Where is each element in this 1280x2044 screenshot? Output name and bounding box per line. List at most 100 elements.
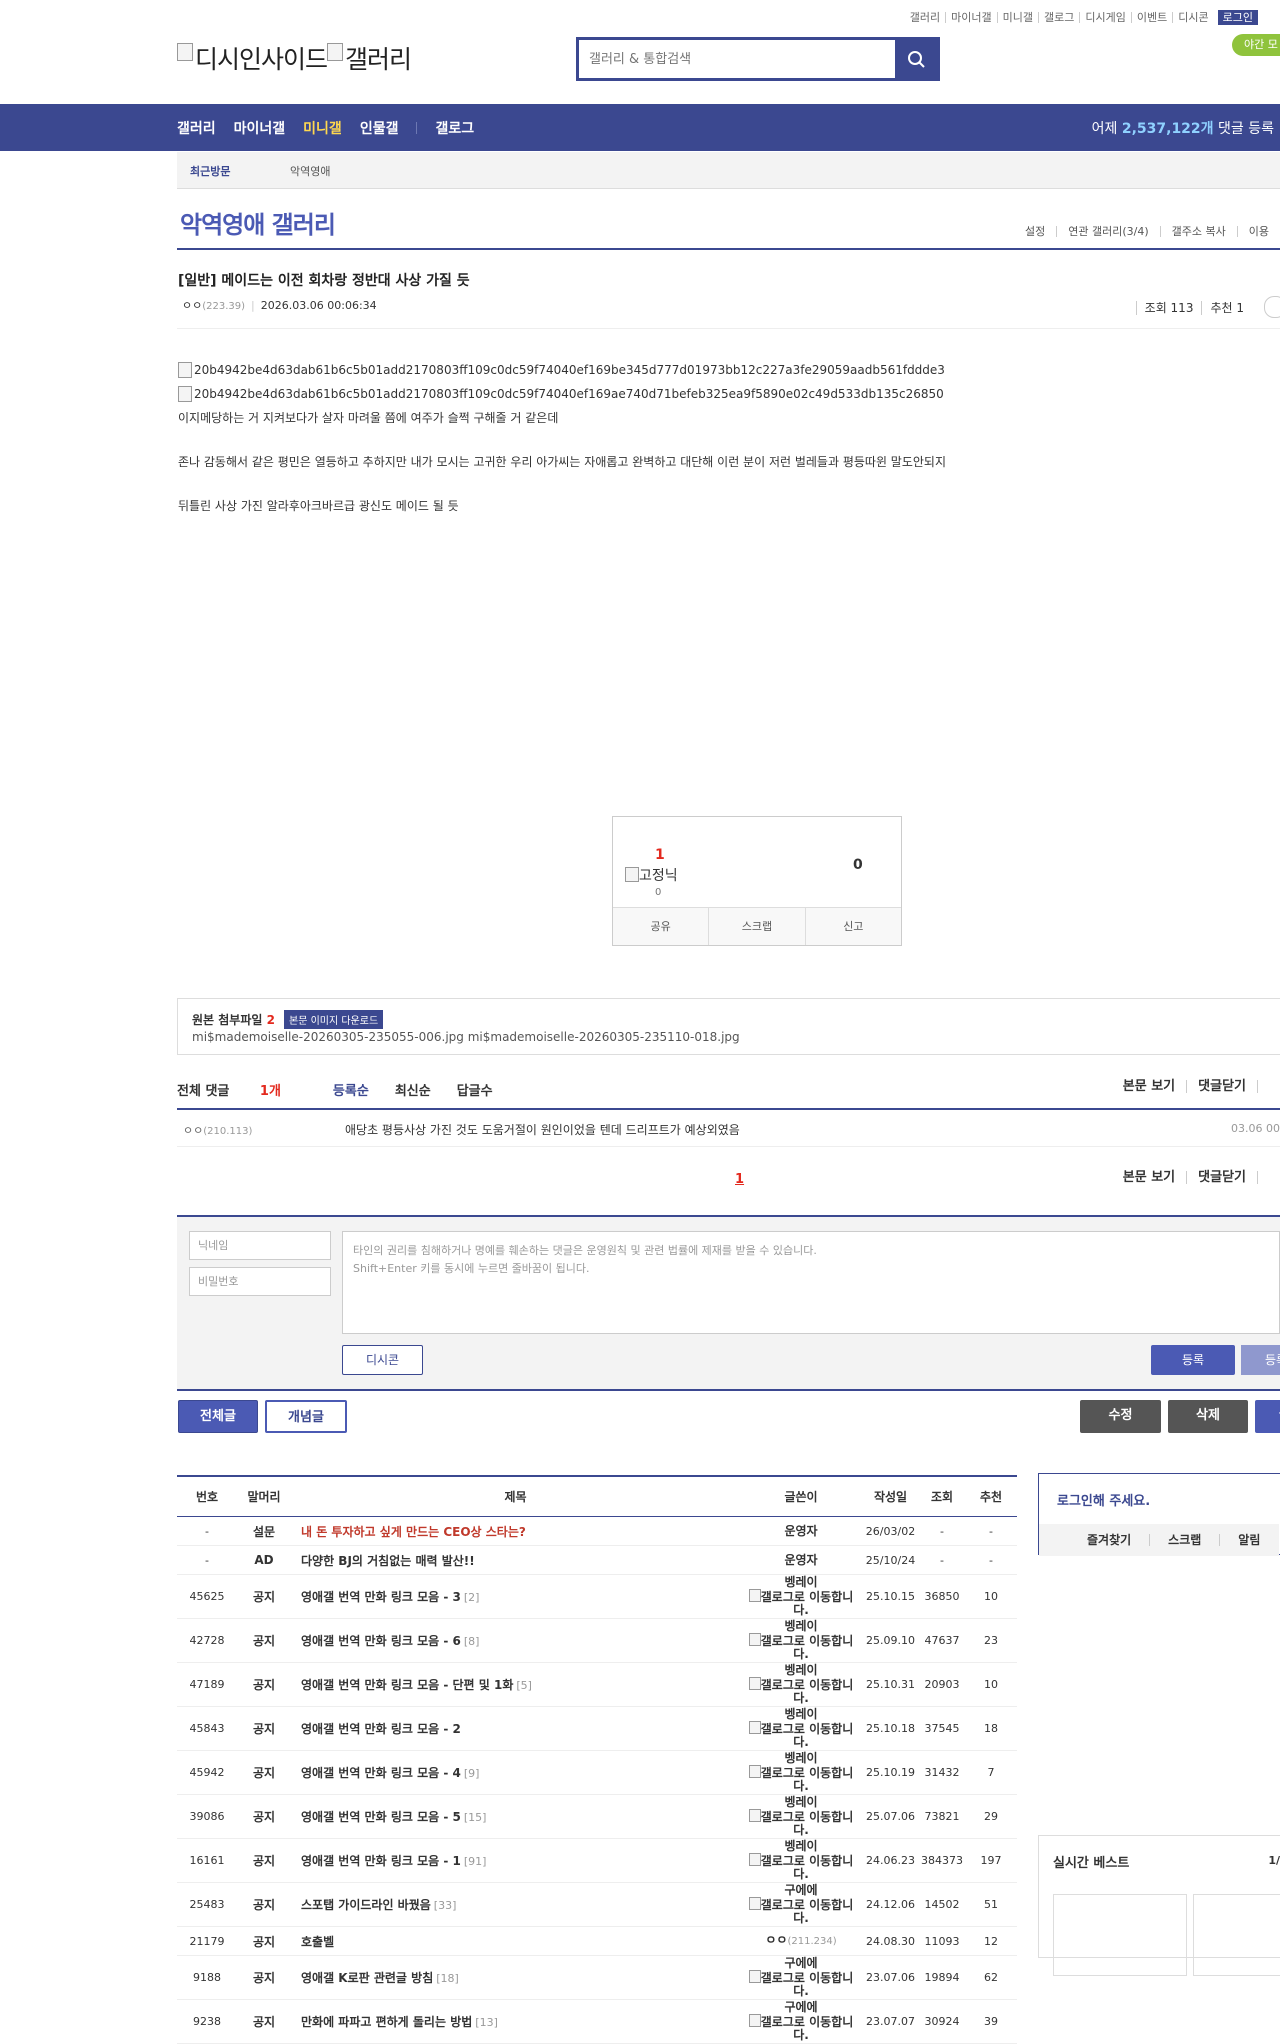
- galog-link[interactable]: 갤로그로 이동합니다.: [741, 1765, 861, 1793]
- reply-count[interactable]: [15]: [464, 1811, 487, 1824]
- post-image[interactable]: 20b4942be4d63dab61b6c5b01add2170803ff109…: [178, 384, 946, 404]
- post-title-cell[interactable]: 호출벨: [291, 1926, 740, 1956]
- comment-author[interactable]: ㅇㅇ(210.113): [183, 1122, 252, 1138]
- post-writer[interactable]: 벵레이 갤로그로 이동합니다.: [740, 1662, 862, 1707]
- best-thumbnail[interactable]: [1193, 1894, 1280, 1976]
- post-writer[interactable]: 벵레이 갤로그로 이동합니다.: [740, 1706, 862, 1751]
- post-more-button[interactable]: [1264, 296, 1280, 318]
- reply-count[interactable]: [13]: [475, 2016, 498, 2029]
- usage-link[interactable]: 이용: [1236, 226, 1280, 237]
- login-button[interactable]: 로그인: [1217, 10, 1258, 25]
- reply-count[interactable]: [8]: [464, 1635, 480, 1648]
- post-list-title[interactable]: 영애갤 번역 만화 링크 모음 - 1: [301, 1854, 461, 1868]
- post-writer[interactable]: 벵레이 갤로그로 이동합니다.: [740, 1750, 862, 1795]
- reply-count[interactable]: [5]: [516, 1679, 532, 1692]
- post-writer[interactable]: 구에에 갤로그로 이동합니다.: [740, 1882, 862, 1927]
- galog-link[interactable]: 갤로그로 이동합니다.: [741, 1677, 861, 1705]
- top-link-galog[interactable]: 갤로그: [1039, 12, 1081, 23]
- view-post-link-bottom[interactable]: 본문 보기: [1112, 1171, 1186, 1184]
- reply-count[interactable]: [18]: [436, 1972, 459, 1985]
- notification-link[interactable]: 알림: [1219, 1534, 1278, 1546]
- post-list-title[interactable]: 영애갤 번역 만화 링크 모음 - 3: [301, 1590, 461, 1604]
- post-writer[interactable]: ㅇㅇ(211.234): [740, 1926, 862, 1956]
- galog-link[interactable]: 갤로그로 이동합니다.: [741, 1809, 861, 1837]
- post-list-title[interactable]: 스포탭 가이드라인 바꿨음: [301, 1898, 431, 1912]
- copy-gallery-url-link[interactable]: 갤주소 복사: [1159, 226, 1237, 237]
- recent-visit-item[interactable]: 악역영애: [290, 163, 330, 179]
- attachment-file-names[interactable]: mi$mademoiselle-20260305-235055-006.jpg …: [192, 1030, 740, 1044]
- post-writer[interactable]: 운영자: [740, 1516, 862, 1546]
- recent-visit-label[interactable]: 최근방문: [190, 163, 230, 179]
- login-prompt[interactable]: 로그인해 주세요.: [1057, 1490, 1150, 1509]
- table-row[interactable]: 21179 공지 호출벨 ㅇㅇ(211.234) 24.08.30 11093 12: [177, 1926, 1017, 1956]
- search-input[interactable]: [579, 40, 897, 78]
- nickname-input[interactable]: 닉네임: [189, 1231, 331, 1260]
- close-comments-link-bottom[interactable]: 댓글닫기: [1186, 1171, 1257, 1184]
- post-writer[interactable]: 구에에 갤로그로 이동합니다.: [740, 1999, 862, 2044]
- post-title-cell[interactable]: 영애갤 번역 만화 링크 모음 - 5 [15]: [291, 1794, 740, 1839]
- writer-nick[interactable]: 벵레이: [784, 1839, 817, 1853]
- table-row[interactable]: 45942 공지 영애갤 번역 만화 링크 모음 - 4 [9] 벵레이 갤로그로 이동합…: [177, 1750, 1017, 1795]
- scrap-button[interactable]: 스크랩: [708, 908, 804, 945]
- table-row[interactable]: 16161 공지 영애갤 번역 만화 링크 모음 - 1 [91] 벵레이 갤로그로 이동…: [177, 1838, 1017, 1883]
- writer-nick[interactable]: 구에에: [784, 1956, 817, 1970]
- writer-nick[interactable]: 벵레이: [784, 1575, 817, 1589]
- top-link-gallery[interactable]: 갤러리: [905, 12, 947, 23]
- password-input[interactable]: 비밀번호: [189, 1267, 331, 1296]
- downvote-count[interactable]: 0: [853, 857, 863, 873]
- galog-link[interactable]: 갤로그로 이동합니다.: [741, 1897, 861, 1925]
- post-title-cell[interactable]: 영애갤 번역 만화 링크 모음 - 2: [291, 1706, 740, 1751]
- post-writer[interactable]: 벵레이 갤로그로 이동합니다.: [740, 1794, 862, 1839]
- top-link-dccon[interactable]: 디시콘: [1173, 12, 1213, 23]
- sort-registered[interactable]: 등록순: [333, 1080, 369, 1099]
- view-post-link[interactable]: 본문 보기: [1112, 1080, 1186, 1093]
- post-list-title[interactable]: 영애갤 번역 만화 링크 모음 - 5: [301, 1810, 461, 1824]
- table-row[interactable]: 42728 공지 영애갤 번역 만화 링크 모음 - 6 [8] 벵레이 갤로그로 이동합…: [177, 1618, 1017, 1663]
- table-row[interactable]: - AD 다양한 BJ의 거침없는 매력 발산!! 운영자 25/10/24- -: [177, 1545, 1017, 1575]
- writer-nick[interactable]: 운영자: [784, 1524, 817, 1538]
- night-mode-toggle[interactable]: 야간 모: [1232, 34, 1280, 56]
- post-list-title[interactable]: 영애갤 번역 만화 링크 모음 - 2: [301, 1722, 461, 1736]
- all-posts-button[interactable]: 전체글: [178, 1400, 258, 1433]
- post-title-cell[interactable]: 영애갤 K로판 관련글 방침 [18]: [291, 1955, 740, 2000]
- sort-latest[interactable]: 최신순: [395, 1080, 431, 1099]
- writer-nick[interactable]: 구에에: [784, 2000, 817, 2014]
- writer-nick[interactable]: 벵레이: [784, 1663, 817, 1677]
- post-title-cell[interactable]: 영애갤 번역 만화 링크 모음 - 4 [9]: [291, 1750, 740, 1795]
- table-row[interactable]: 39086 공지 영애갤 번역 만화 링크 모음 - 5 [15] 벵레이 갤로그로 이동…: [177, 1794, 1017, 1839]
- close-comments-link[interactable]: 댓글닫기: [1186, 1080, 1257, 1093]
- top-link-event[interactable]: 이벤트: [1132, 12, 1174, 23]
- reply-count[interactable]: [9]: [464, 1767, 480, 1780]
- post-list-title[interactable]: 영애갤 번역 만화 링크 모음 - 4: [301, 1766, 461, 1780]
- best-thumbnail[interactable]: [1053, 1894, 1187, 1976]
- post-list-title[interactable]: 영애갤 번역 만화 링크 모음 - 6: [301, 1634, 461, 1648]
- galog-link[interactable]: 갤로그로 이동합니다.: [741, 2014, 861, 2042]
- reply-count[interactable]: [2]: [464, 1591, 480, 1604]
- edit-button[interactable]: 수정: [1080, 1400, 1161, 1433]
- post-author[interactable]: ㅇㅇ: [182, 299, 202, 312]
- report-button[interactable]: 신고: [804, 908, 901, 945]
- post-image[interactable]: 20b4942be4d63dab61b6c5b01add2170803ff109…: [178, 360, 946, 380]
- post-title-cell[interactable]: 영애갤 번역 만화 링크 모음 - 단편 및 1화 [5]: [291, 1662, 740, 1707]
- write-button[interactable]: 글: [1255, 1400, 1280, 1433]
- comment-submit-button[interactable]: 등록: [1151, 1345, 1235, 1375]
- post-writer[interactable]: 운영자: [740, 1545, 862, 1575]
- table-row[interactable]: 25483 공지 스포탭 가이드라인 바꿨음 [33] 구에에 갤로그로 이동합니다. 24…: [177, 1882, 1017, 1927]
- concept-posts-button[interactable]: 개념글: [265, 1400, 347, 1433]
- download-images-button[interactable]: 본문 이미지 다운로드: [284, 1010, 384, 1029]
- post-title-cell[interactable]: 영애갤 번역 만화 링크 모음 - 1 [91]: [291, 1838, 740, 1883]
- post-writer[interactable]: 벵레이 갤로그로 이동합니다.: [740, 1838, 862, 1883]
- upvote-count[interactable]: 1: [655, 847, 665, 863]
- top-link-mini[interactable]: 미니갤: [998, 12, 1040, 23]
- related-gallery-link[interactable]: 연관 갤러리(3/4): [1056, 226, 1159, 237]
- sort-replies[interactable]: 답글수: [457, 1080, 493, 1099]
- comments-more-link-bottom[interactable]: [1257, 1171, 1280, 1184]
- galog-link[interactable]: 갤로그로 이동합니다.: [741, 1633, 861, 1661]
- galog-link[interactable]: 갤로그로 이동합니다.: [741, 1721, 861, 1749]
- nav-item-galog[interactable]: 갤로그: [435, 118, 474, 138]
- writer-nick[interactable]: 벵레이: [784, 1795, 817, 1809]
- comment-textarea[interactable]: 타인의 권리를 침해하거나 명예를 훼손하는 댓글은 운영원칙 및 관련 법률에…: [342, 1231, 1280, 1334]
- writer-nick[interactable]: 벵레이: [784, 1707, 817, 1721]
- delete-button[interactable]: 삭제: [1168, 1400, 1248, 1433]
- post-list-title[interactable]: 내 돈 투자하고 싶게 만드는 CEO상 스타는?: [301, 1525, 526, 1539]
